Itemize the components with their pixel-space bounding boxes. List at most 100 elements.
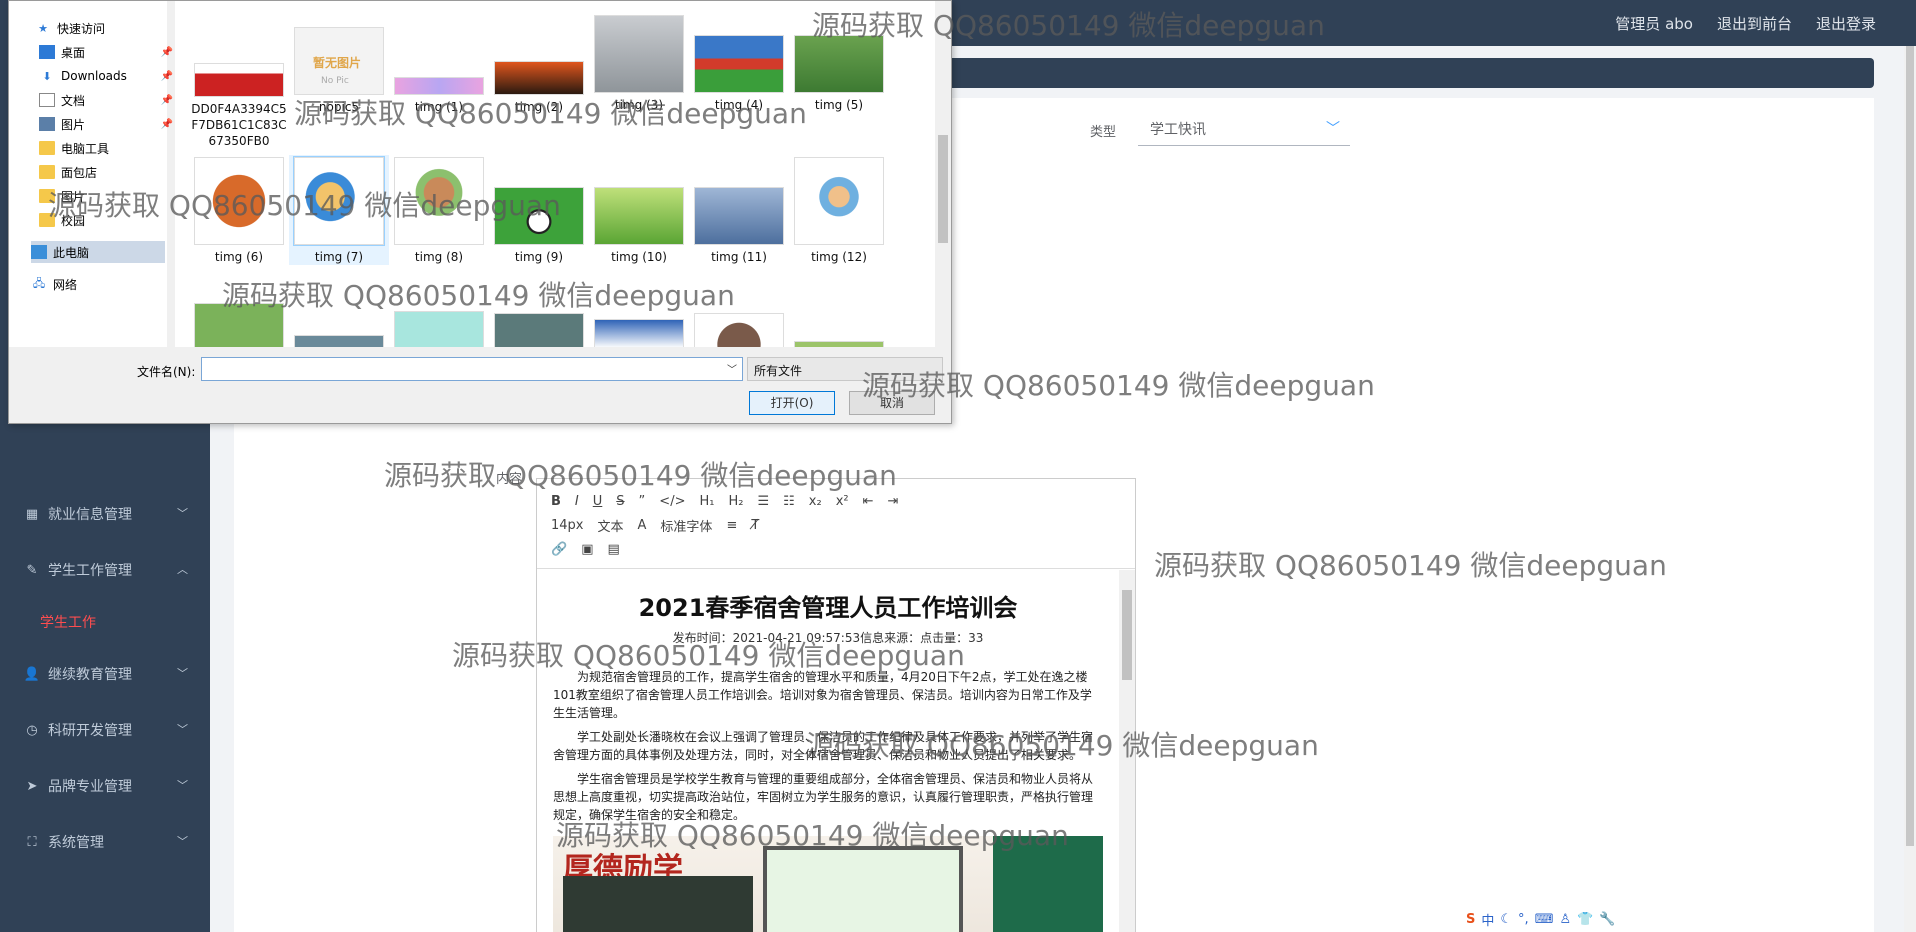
file-item[interactable] <box>189 303 289 347</box>
nav-desktop[interactable]: 桌面 📌 <box>39 41 173 63</box>
file-item[interactable] <box>789 341 889 347</box>
nav-folder-pictures[interactable]: 图片 <box>39 185 173 207</box>
file-thumbnail <box>594 187 684 245</box>
quote-button[interactable]: ” <box>639 494 646 509</box>
article-photo: 厚德励学 <box>553 836 1103 932</box>
file-item[interactable] <box>389 311 489 347</box>
file-thumbnail <box>694 313 784 347</box>
file-item[interactable] <box>689 313 789 347</box>
file-item[interactable]: timg (10) <box>589 187 689 265</box>
open-button[interactable]: 打开(O) <box>749 391 835 415</box>
type-select[interactable]: 学工快讯 ﹀ <box>1138 112 1350 146</box>
nav-pictures[interactable]: 图片 📌 <box>39 113 173 135</box>
filetype-select[interactable]: 所有文件 <box>747 357 943 381</box>
sidebar-item-brand-major[interactable]: ➤ 品牌专业管理 ﹀ <box>0 758 210 814</box>
person-icon[interactable]: ♙ <box>1559 912 1571 927</box>
file-item[interactable] <box>489 313 589 347</box>
indent-button[interactable]: ⇥ <box>888 494 899 509</box>
align-icon[interactable]: ≡ <box>726 518 737 533</box>
image-icon[interactable]: ▣ <box>581 542 593 557</box>
link-icon[interactable]: 🔗 <box>551 542 567 557</box>
folder-icon <box>39 213 55 227</box>
sidebar-item-research[interactable]: ◷ 科研开发管理 ﹀ <box>0 702 210 758</box>
nav-documents[interactable]: 文档 📌 <box>39 89 173 111</box>
admin-user-label[interactable]: 管理员 abo <box>1615 13 1693 34</box>
file-list-scrollbar[interactable] <box>935 1 951 347</box>
file-item[interactable]: timg (12) <box>789 157 889 265</box>
sidebar-item-employment[interactable]: ▦ 就业信息管理 ﹀ <box>0 486 210 542</box>
strike-button[interactable]: S <box>616 494 624 509</box>
font-size-select[interactable]: 14px <box>551 518 584 533</box>
file-item[interactable]: timg (2) <box>489 27 589 115</box>
sidebar-item-continuing-education[interactable]: 👤 继续教育管理 ﹀ <box>0 646 210 702</box>
pin-icon: 📌 <box>160 118 173 130</box>
nav-this-pc[interactable]: 此电脑 <box>31 241 165 263</box>
italic-button[interactable]: I <box>575 494 579 509</box>
rich-text-editor[interactable]: B I U S ” </> H₁ H₂ ☰ ☷ x₂ x² ⇤ ⇥ 14px 文… <box>536 478 1136 932</box>
file-item[interactable]: timg (5) <box>789 35 889 113</box>
editor-document[interactable]: 2021春季宿舍管理人员工作培训会 发布时间：2021-04-21 09:57:… <box>537 570 1119 932</box>
picture-icon <box>39 117 55 131</box>
article-paragraph: 学工处副处长潘晓枚在会议上强调了管理员、保洁员的工作纪律及具体工作要求，并列举了… <box>553 730 1094 762</box>
ime-mode[interactable]: 中 <box>1481 910 1494 929</box>
nav-folder-bakery[interactable]: 面包店 <box>39 161 173 183</box>
nav-folder-campus[interactable]: 校园 <box>39 209 173 231</box>
underline-button[interactable]: U <box>593 494 603 509</box>
punctuation-icon[interactable]: °, <box>1518 912 1529 927</box>
file-list-scroll-thumb[interactable] <box>938 135 948 243</box>
file-thumbnail <box>794 35 884 93</box>
ime-toolbar[interactable]: S 中 ☾ °, ⌨ ♙ 👕 🔧 <box>1460 908 1622 931</box>
h2-button[interactable]: H₂ <box>728 494 743 509</box>
file-item-selected[interactable]: timg (7) <box>289 155 389 265</box>
subscript-button[interactable]: x₂ <box>809 494 822 509</box>
ordered-list-button[interactable]: ☰ <box>757 494 769 509</box>
page-scroll-thumb[interactable] <box>1906 46 1914 846</box>
file-item[interactable]: timg (8) <box>389 157 489 265</box>
file-item[interactable]: timg (9) <box>489 187 589 265</box>
file-item[interactable] <box>589 319 689 347</box>
code-button[interactable]: </> <box>659 494 685 509</box>
font-color-icon[interactable]: A <box>638 518 647 533</box>
nav-quick-access[interactable]: ★ 快速访问 <box>35 17 169 39</box>
sidebar-item-student-work[interactable]: 学生工作 <box>0 598 210 646</box>
bullet-list-button[interactable]: ☷ <box>783 494 795 509</box>
font-family-select[interactable]: 标准字体 <box>660 516 712 535</box>
file-item[interactable]: timg (11) <box>689 187 789 265</box>
page-scrollbar[interactable] <box>1904 46 1916 932</box>
keyboard-icon[interactable]: ⌨ <box>1535 912 1554 927</box>
sidebar-item-system[interactable]: ⛶ 系统管理 ﹀ <box>0 814 210 870</box>
nav-folder-pc-tools[interactable]: 电脑工具 <box>39 137 173 159</box>
file-item[interactable]: timg (4) <box>689 35 789 113</box>
file-item[interactable]: timg (3) <box>589 15 689 113</box>
filename-input[interactable]: ﹀ <box>201 357 743 381</box>
article-title: 2021春季宿舍管理人员工作培训会 <box>638 594 1018 622</box>
content-label: 内容 <box>496 472 523 487</box>
file-item[interactable]: DD0F4A3394C5F7DB61C1C83C67350FB0 <box>189 27 289 149</box>
file-item[interactable]: 暂无图片 No Pic nopic5 <box>289 27 389 115</box>
nav-downloads[interactable]: ⬇ Downloads 📌 <box>39 65 173 87</box>
nav-network[interactable]: 🖧 网络 <box>31 273 165 295</box>
wrench-icon[interactable]: 🔧 <box>1599 912 1615 927</box>
logout-link[interactable]: 退出登录 <box>1816 13 1876 34</box>
shirt-icon[interactable]: 👕 <box>1577 912 1593 927</box>
moon-icon[interactable]: ☾ <box>1500 912 1512 927</box>
file-name: nopic5 <box>318 100 360 114</box>
sidebar-item-student-work-mgmt[interactable]: ✎ 学生工作管理 ︿ <box>0 542 210 598</box>
chevron-down-icon[interactable]: ﹀ <box>727 361 737 376</box>
clear-format-icon[interactable]: T̸ <box>751 518 759 533</box>
file-item[interactable] <box>289 335 389 347</box>
editor-scroll-thumb[interactable] <box>1122 590 1132 680</box>
h1-button[interactable]: H₁ <box>699 494 714 509</box>
video-icon[interactable]: ▤ <box>607 542 619 557</box>
bold-button[interactable]: B <box>551 494 561 509</box>
cancel-button[interactable]: 取消 <box>849 391 935 415</box>
download-icon: ⬇ <box>42 69 52 83</box>
editor-scrollbar[interactable] <box>1119 570 1135 932</box>
outdent-button[interactable]: ⇤ <box>863 494 874 509</box>
file-item[interactable]: timg (6) <box>189 157 289 265</box>
file-item[interactable]: timg (1) <box>389 27 489 115</box>
chevron-down-icon: ﹀ <box>177 723 188 736</box>
superscript-button[interactable]: x² <box>836 494 849 509</box>
back-to-front-link[interactable]: 退出到前台 <box>1717 13 1792 34</box>
header-select[interactable]: 文本 <box>598 516 624 535</box>
